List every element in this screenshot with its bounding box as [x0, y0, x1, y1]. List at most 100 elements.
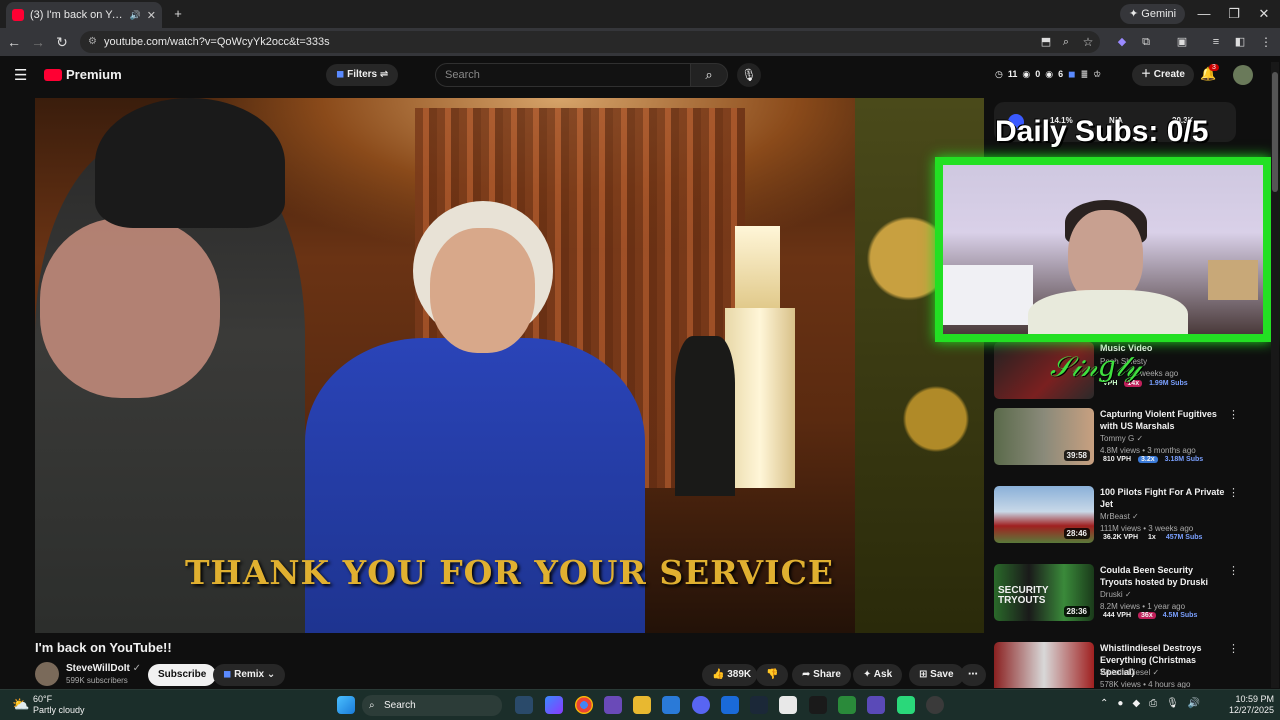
save-button[interactable]: ⊞ Save — [909, 664, 964, 686]
ask-button[interactable]: ✦ Ask — [853, 664, 903, 686]
voice-search-button[interactable]: 🎙 — [737, 63, 761, 87]
app-icon[interactable] — [838, 696, 856, 714]
scrollbar-thumb[interactable] — [1272, 72, 1278, 192]
youtube-logo[interactable]: Premium — [44, 67, 122, 82]
video-duration: 28:36 — [1063, 606, 1090, 617]
thumbnail-text: SECURITY TRYOUTS — [998, 585, 1049, 606]
channel-avatar[interactable] — [35, 662, 59, 686]
new-tab-button[interactable]: + — [164, 4, 192, 24]
system-tray: ⌃ ● ◆ ⎙ 🎙 🔊 — [1100, 698, 1200, 709]
account-avatar[interactable] — [1233, 65, 1253, 85]
stat-3: 6 — [1058, 69, 1064, 79]
create-button[interactable]: ＋ Create — [1132, 64, 1194, 86]
install-app-icon[interactable]: ⬒ — [1036, 32, 1056, 52]
url-field[interactable]: ⚙ youtube.com/watch?v=QoWcyYk2occ&t=333s — [80, 31, 1100, 53]
video-thumbnail[interactable] — [994, 642, 1094, 688]
search-button[interactable]: ⌕ — [690, 63, 728, 87]
app-icon[interactable] — [897, 696, 915, 714]
obs-icon[interactable] — [926, 696, 944, 714]
video-thumbnail[interactable]: 28:46 — [994, 486, 1094, 543]
more-options-icon[interactable]: ⋮ — [1228, 642, 1238, 655]
back-arrow-icon[interactable]: ← — [4, 32, 24, 52]
volume-icon[interactable]: 🔊 — [1188, 698, 1200, 709]
game-icon[interactable] — [809, 696, 827, 714]
browser-menu-icon[interactable]: ⋮ — [1256, 32, 1276, 52]
taskbar-search[interactable]: ⌕ Search — [362, 695, 502, 716]
copilot-icon[interactable] — [545, 696, 563, 714]
steam-icon[interactable] — [750, 696, 768, 714]
sliders-icon: ⇌ — [377, 69, 389, 80]
forward-arrow-icon[interactable]: → — [28, 32, 48, 52]
weather-icon[interactable]: ⛅ — [12, 696, 29, 713]
more-options-icon[interactable]: ⋮ — [1228, 408, 1239, 421]
teams-icon[interactable] — [867, 696, 885, 714]
list-icon[interactable]: ≣ — [1081, 69, 1089, 80]
recommendation-item[interactable]: 28:46 100 Pilots Fight For A Private Jet… — [994, 486, 1239, 546]
chrome-icon[interactable] — [575, 696, 593, 714]
tray-app-icon[interactable]: ◆ — [1132, 698, 1140, 709]
filters-button[interactable]: ◼ Filters ⇌ — [326, 64, 399, 86]
search-input[interactable]: Search — [435, 63, 691, 87]
tab-close-icon[interactable]: ✕ — [147, 9, 156, 22]
rec-title[interactable]: 100 Pilots Fight For A Private Jet — [1100, 486, 1225, 510]
taskbar-clock[interactable]: 10:59 PM 12/27/2025 — [1218, 694, 1274, 716]
rec-title[interactable]: Capturing Violent Fugitives with US Mars… — [1100, 408, 1225, 432]
channel-name[interactable]: SteveWillDoIt ✓ — [66, 663, 141, 674]
trophy-icon[interactable]: ♔ — [1093, 69, 1101, 80]
minimize-icon[interactable]: — — [1190, 4, 1218, 24]
gemini-button[interactable]: ✦ Gemini — [1120, 4, 1186, 24]
reload-icon[interactable]: ↻ — [52, 32, 72, 52]
rec-channel[interactable]: WhistlinDiesel ✓ — [1100, 668, 1159, 677]
browser-tab[interactable]: (3) I'm back on YouTube!! - 🔊 ✕ — [6, 2, 162, 28]
maximize-icon[interactable]: ❐ — [1220, 4, 1248, 24]
dislike-button[interactable]: 👎 — [756, 664, 789, 686]
recommendation-item[interactable]: 39:58 Capturing Violent Fugitives with U… — [994, 408, 1239, 468]
rec-channel[interactable]: MrBeast ✓ — [1100, 512, 1139, 521]
weather-text: Partly cloudy — [33, 705, 85, 715]
ext-icon[interactable]: ◼ — [1068, 69, 1075, 80]
app-icon[interactable] — [604, 696, 622, 714]
app-icon[interactable] — [779, 696, 797, 714]
more-actions-button[interactable]: ⋯ — [960, 664, 986, 686]
rec-title[interactable]: Coulda Been Security Tryouts hosted by D… — [1100, 564, 1225, 588]
page-scrollbar[interactable] — [1271, 62, 1279, 688]
verified-icon: ✓ — [1136, 434, 1144, 443]
store-icon[interactable] — [721, 696, 739, 714]
extension-icon[interactable]: ◆ — [1112, 32, 1132, 52]
extensions-puzzle-icon[interactable]: ⧉ — [1136, 32, 1156, 52]
tray-app-icon[interactable]: ● — [1117, 698, 1123, 709]
remix-button[interactable]: ◼ Remix ⌄ — [213, 664, 286, 686]
discord-icon[interactable] — [692, 696, 710, 714]
media-control-icon[interactable]: ≡ — [1206, 32, 1226, 52]
task-view-icon[interactable] — [515, 696, 533, 714]
weather-widget[interactable]: 60°F Partly cloudy — [33, 694, 85, 716]
video-thumbnail[interactable]: SECURITY TRYOUTS 28:36 — [994, 564, 1094, 621]
like-button[interactable]: 👍 389K — [702, 664, 758, 686]
hamburger-menu-icon[interactable]: ☰ — [14, 66, 27, 84]
file-explorer-icon[interactable] — [633, 696, 651, 714]
chevron-up-icon[interactable]: ⌃ — [1100, 698, 1108, 709]
windows-start-icon[interactable] — [337, 696, 355, 714]
site-info-icon[interactable]: ⚙ — [88, 31, 97, 53]
network-icon[interactable]: ⎙ — [1149, 698, 1157, 709]
share-button[interactable]: ➦ Share — [792, 664, 851, 686]
profile-icon[interactable]: ◧ — [1230, 32, 1250, 52]
recommendation-item[interactable]: SECURITY TRYOUTS 28:36 Coulda Been Securi… — [994, 564, 1239, 624]
subscribe-button[interactable]: Subscribe — [148, 664, 217, 686]
video-thumbnail[interactable]: 39:58 — [994, 408, 1094, 465]
speaker-icon[interactable]: 🔊 — [130, 10, 141, 21]
mic-icon[interactable]: 🎙 — [1166, 698, 1179, 709]
notepad-icon[interactable] — [662, 696, 680, 714]
video-scene-veteran-face — [40, 218, 220, 398]
recommendation-item[interactable]: Whistlindiesel Destroys Everything (Chri… — [994, 642, 1238, 688]
video-player[interactable]: THANK YOU FOR YOUR SERVICE — [35, 98, 984, 633]
rec-meta: weeks ago — [1140, 369, 1179, 378]
more-options-icon[interactable]: ⋮ — [1228, 564, 1239, 577]
rec-channel[interactable]: Tommy G ✓ — [1100, 434, 1143, 443]
bookmark-star-icon[interactable]: ☆ — [1078, 32, 1098, 52]
rec-channel[interactable]: Druski ✓ — [1100, 590, 1132, 599]
window-close-icon[interactable]: ✕ — [1250, 4, 1278, 24]
side-panel-icon[interactable]: ▣ — [1172, 32, 1192, 52]
zoom-icon[interactable]: ⌕ — [1056, 32, 1076, 52]
more-options-icon[interactable]: ⋮ — [1228, 486, 1239, 499]
